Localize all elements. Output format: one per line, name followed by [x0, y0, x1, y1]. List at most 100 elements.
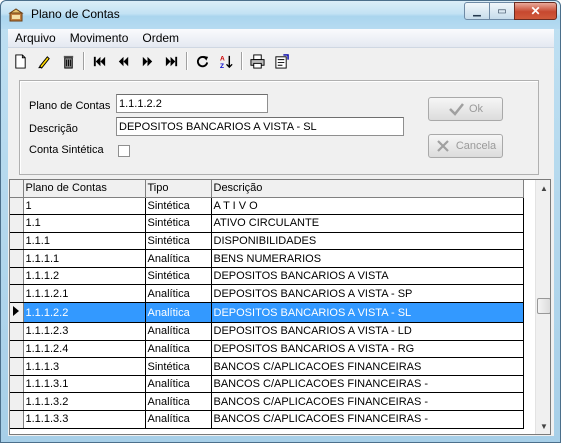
cell-plano[interactable]: 1.1.1.2.4 [23, 340, 146, 359]
form-panel: Plano de Contas Descrição Conta Sintétic… [19, 80, 539, 175]
cell-descricao[interactable]: BANCOS C/APLICACOES FINANCEIRAS [211, 357, 524, 376]
scroll-down-arrow-icon[interactable]: ▼ [536, 418, 550, 434]
cancela-button[interactable]: Cancela [428, 134, 503, 158]
cell-tipo[interactable]: Analítica [145, 410, 212, 429]
cell-plano[interactable]: 1.1.1.3.3 [23, 410, 146, 429]
cell-tipo[interactable]: Analítica [145, 249, 212, 268]
minimize-icon: ▁ [473, 5, 481, 17]
table-row[interactable]: 1 Sintética A T I V O [10, 197, 524, 216]
cell-descricao[interactable]: A T I V O [211, 197, 524, 216]
vertical-scrollbar[interactable]: ▲ ▼ [535, 180, 550, 434]
cell-descricao[interactable]: DEPOSITOS BANCARIOS A VISTA [211, 267, 524, 286]
refresh-icon [196, 55, 208, 67]
cell-tipo[interactable]: Analítica [145, 340, 212, 359]
cell-tipo[interactable]: Analítica [145, 302, 212, 324]
column-header-tipo[interactable]: Tipo [145, 180, 212, 198]
cell-plano[interactable]: 1.1.1 [23, 232, 146, 251]
edit-button[interactable] [35, 52, 53, 70]
cell-tipo[interactable]: Analítica [145, 392, 212, 412]
client-area: Arquivo Movimento Ordem A Z Plano de Con… [8, 29, 554, 436]
row-indicator [10, 392, 24, 412]
prior-record-button[interactable] [114, 52, 132, 70]
scroll-thumb[interactable] [537, 298, 550, 314]
table-row[interactable]: 1.1.1.2.4 Analítica DEPOSITOS BANCARIOS A … [10, 340, 524, 359]
cell-plano[interactable]: 1 [23, 197, 146, 216]
next-record-button[interactable] [138, 52, 156, 70]
cell-tipo[interactable]: Analítica [145, 375, 212, 394]
cell-descricao[interactable]: BANCOS C/APLICACOES FINANCEIRAS - [211, 392, 524, 412]
table-row[interactable]: 1.1.1.2.1 Analítica DEPOSITOS BANCARIOS A … [10, 284, 524, 304]
table-row[interactable]: 1.1 Sintética ATIVO CIRCULANTE [10, 214, 524, 233]
cell-descricao[interactable]: DISPONIBILIDADES [211, 232, 524, 251]
descricao-field[interactable] [116, 117, 404, 136]
table-row[interactable]: 1.1.1.3.3 Analítica BANCOS C/APLICACOES FI… [10, 410, 524, 429]
title-bar[interactable]: Plano de Contas ▁ ▭ ✕ [1, 1, 560, 29]
delete-button[interactable] [59, 52, 77, 70]
next-icon [142, 56, 152, 66]
sort-icon: AZ [219, 55, 233, 69]
plano-field[interactable] [116, 94, 268, 113]
grid-header-row: Plano de Contas Tipo Descrição [10, 180, 524, 198]
ok-button[interactable]: Ok [428, 97, 503, 121]
scroll-up-arrow-icon[interactable]: ▲ [536, 180, 550, 196]
cell-descricao[interactable]: DEPOSITOS BANCARIOS A VISTA - SP [211, 284, 524, 304]
first-record-button[interactable] [90, 52, 108, 70]
menu-arquivo[interactable]: Arquivo [8, 29, 63, 48]
properties-button[interactable] [272, 52, 290, 70]
new-button[interactable] [11, 52, 29, 70]
cell-tipo[interactable]: Analítica [145, 284, 212, 304]
cell-plano[interactable]: 1.1.1.2.2 [23, 302, 146, 324]
edit-icon [37, 55, 50, 69]
sort-button[interactable]: AZ [217, 52, 235, 70]
cell-plano[interactable]: 1.1.1.2.3 [23, 322, 146, 341]
sintetica-checkbox[interactable] [118, 145, 130, 157]
maximize-button[interactable]: ▭ [489, 2, 515, 20]
cell-descricao[interactable]: BANCOS C/APLICACOES FINANCEIRAS - [211, 375, 524, 394]
cell-plano[interactable]: 1.1.1.3.2 [23, 392, 146, 412]
cell-tipo[interactable]: Analítica [145, 322, 212, 341]
table-row[interactable]: 1.1.1.3.1 Analítica BANCOS C/APLICACOES FI… [10, 375, 524, 394]
cell-tipo[interactable]: Sintética [145, 197, 212, 216]
minimize-button[interactable]: ▁ [464, 2, 490, 20]
column-header-plano[interactable]: Plano de Contas [23, 180, 146, 198]
row-indicator [10, 197, 24, 216]
row-indicator [10, 284, 24, 304]
close-button[interactable]: ✕ [514, 2, 557, 20]
cell-descricao[interactable]: ATIVO CIRCULANTE [211, 214, 524, 233]
cell-tipo[interactable]: Sintética [145, 232, 212, 251]
row-indicator [10, 232, 24, 251]
cell-descricao[interactable]: DEPOSITOS BANCARIOS A VISTA - LD [211, 322, 524, 341]
cell-descricao[interactable]: BENS NUMERARIOS [211, 249, 524, 268]
row-indicator [10, 410, 24, 429]
table-row[interactable]: 1.1.1.3.2 Analítica BANCOS C/APLICACOES FI… [10, 392, 524, 412]
cell-tipo[interactable]: Sintética [145, 357, 212, 376]
cell-plano[interactable]: 1.1.1.2.1 [23, 284, 146, 304]
row-indicator [10, 375, 24, 394]
refresh-button[interactable] [193, 52, 211, 70]
cell-plano[interactable]: 1.1 [23, 214, 146, 233]
books-app-icon [8, 7, 24, 23]
table-row[interactable]: 1.1.1.2 Sintética DEPOSITOS BANCARIOS A VI… [10, 267, 524, 286]
print-button[interactable] [248, 52, 266, 70]
accounts-grid[interactable]: Plano de Contas Tipo Descrição 1 Sintétic… [9, 179, 551, 435]
table-row[interactable]: 1.1.1.2.3 Analítica DEPOSITOS BANCARIOS A … [10, 322, 524, 341]
table-row[interactable]: 1.1.1.3 Sintética BANCOS C/APLICACOES FINA… [10, 357, 524, 376]
cell-descricao[interactable]: DEPOSITOS BANCARIOS A VISTA - RG [211, 340, 524, 359]
cell-descricao[interactable]: DEPOSITOS BANCARIOS A VISTA - SL [211, 302, 524, 324]
cell-descricao[interactable]: BANCOS C/APLICACOES FINANCEIRAS - [211, 410, 524, 429]
cell-plano[interactable]: 1.1.1.3.1 [23, 375, 146, 394]
last-record-button[interactable] [162, 52, 180, 70]
cell-tipo[interactable]: Sintética [145, 267, 212, 286]
menu-ordem[interactable]: Ordem [135, 29, 186, 48]
column-header-descricao[interactable]: Descrição [211, 180, 524, 198]
cell-plano[interactable]: 1.1.1.3 [23, 357, 146, 376]
cell-plano[interactable]: 1.1.1.2 [23, 267, 146, 286]
table-row[interactable]: 1.1.1 Sintética DISPONIBILIDADES [10, 232, 524, 251]
menu-movimento[interactable]: Movimento [63, 29, 136, 48]
properties-icon [274, 53, 289, 69]
cell-tipo[interactable]: Sintética [145, 214, 212, 233]
row-indicator [10, 214, 24, 233]
table-row[interactable]: 1.1.1.2.2 Analítica DEPOSITOS BANCARIOS A … [10, 302, 524, 324]
table-row[interactable]: 1.1.1.1 Analítica BENS NUMERARIOS [10, 249, 524, 268]
cell-plano[interactable]: 1.1.1.1 [23, 249, 146, 268]
